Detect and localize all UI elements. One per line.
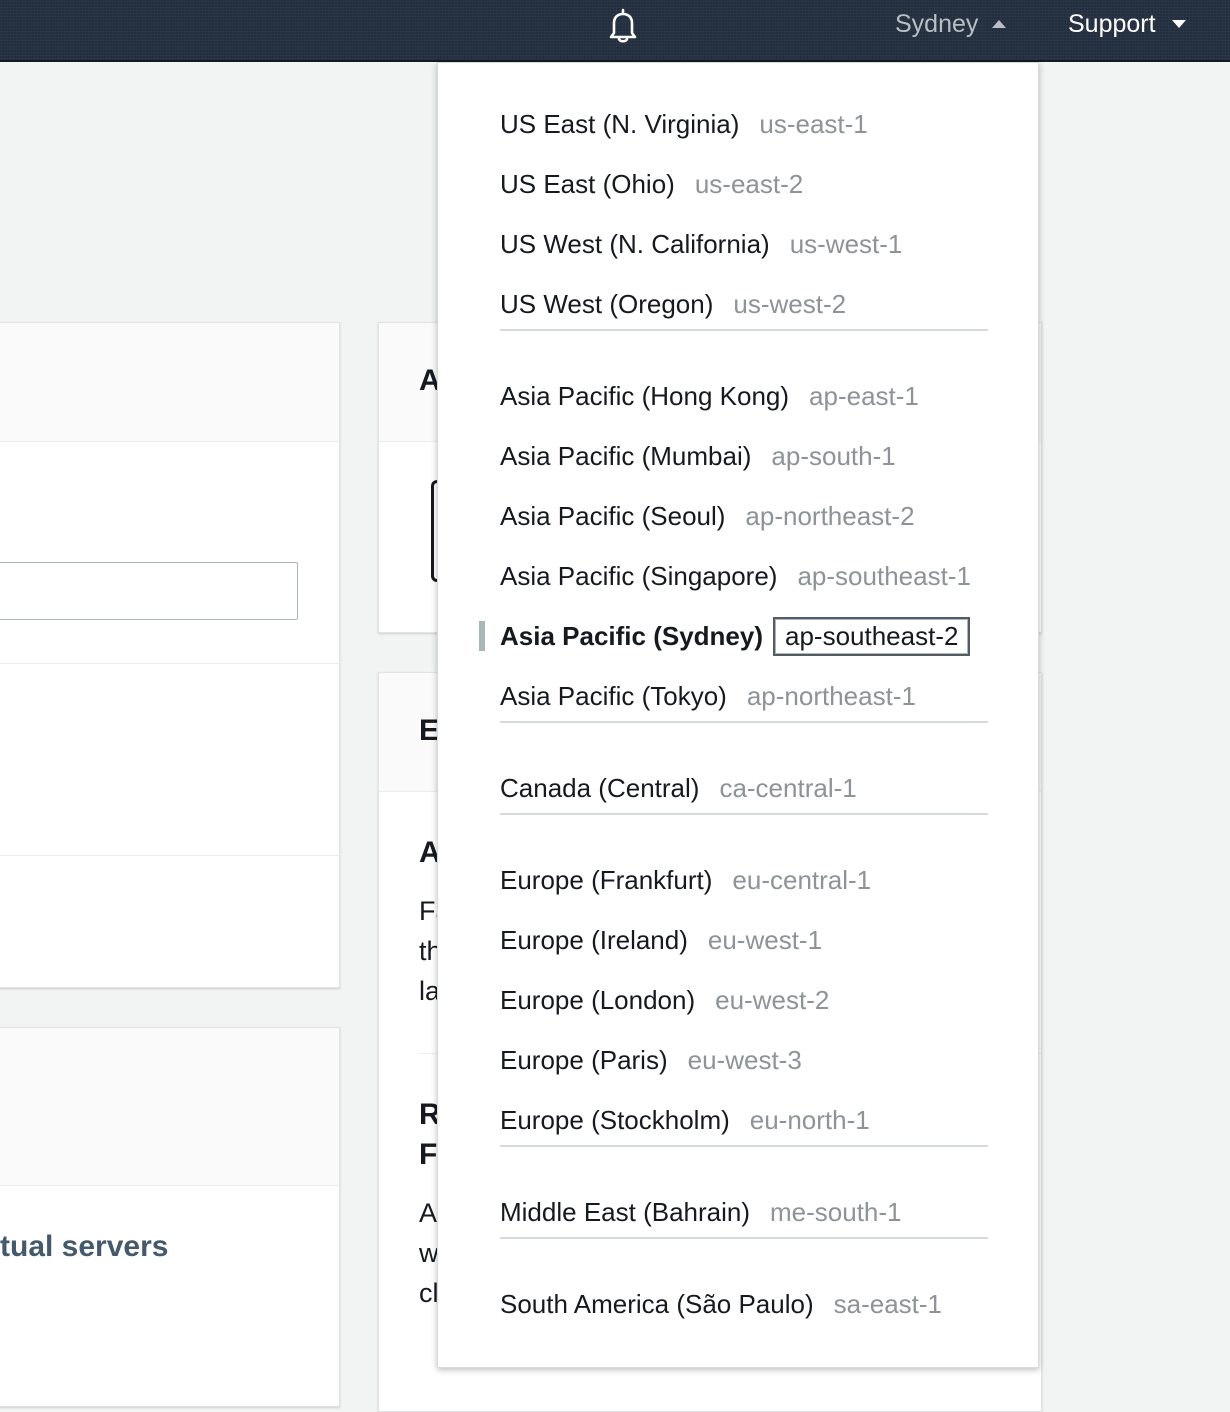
region-option[interactable]: Canada (Central) ca-central-1 — [500, 768, 857, 808]
region-code: me-south-1 — [770, 1196, 902, 1227]
region-name: Europe (London) — [500, 984, 696, 1015]
region-name: US West (N. California) — [500, 228, 770, 259]
region-code: us-east-2 — [694, 168, 804, 199]
caret-up-icon — [992, 20, 1007, 28]
background-card-left-2 — [0, 1027, 340, 1407]
region-code: us-west-2 — [733, 288, 847, 319]
divider — [0, 855, 339, 856]
region-option[interactable]: Asia Pacific (Hong Kong) ap-east-1 — [500, 376, 919, 416]
region-name: Europe (Paris) — [500, 1044, 668, 1075]
region-code: eu-west-2 — [715, 984, 830, 1015]
region-option-selected[interactable]: Asia Pacific (Sydney) ap-southeast-2 — [500, 616, 971, 656]
region-name: Europe (Frankfurt) — [500, 864, 713, 895]
background-link[interactable]: tual servers — [0, 1230, 168, 1264]
region-name: Asia Pacific (Seoul) — [500, 500, 726, 531]
region-code: eu-central-1 — [732, 864, 872, 895]
region-name: Asia Pacific (Mumbai) — [500, 440, 752, 471]
region-option[interactable]: US West (Oregon) us-west-2 — [500, 284, 846, 324]
heading-fragment: F — [419, 1138, 438, 1171]
support-menu-button[interactable]: Support — [1068, 8, 1186, 40]
menu-separator — [500, 1237, 988, 1239]
divider — [0, 663, 339, 664]
region-name: Asia Pacific (Hong Kong) — [500, 380, 790, 411]
region-selector-button[interactable]: Sydney — [895, 8, 1007, 40]
region-code: ap-northeast-2 — [745, 500, 915, 531]
region-option[interactable]: US East (Ohio) us-east-2 — [500, 164, 803, 204]
region-code: sa-east-1 — [833, 1288, 943, 1319]
region-code: ap-east-1 — [809, 380, 919, 411]
region-option[interactable]: South America (São Paulo) sa-east-1 — [500, 1284, 942, 1324]
region-code: us-east-1 — [759, 108, 868, 139]
bell-icon[interactable] — [604, 6, 642, 44]
region-option[interactable]: Europe (London) eu-west-2 — [500, 980, 829, 1020]
background-card-left-1 — [0, 322, 340, 988]
caret-down-icon — [1171, 20, 1186, 28]
region-name: Canada (Central) — [500, 772, 700, 803]
region-option[interactable]: US East (N. Virginia) us-east-1 — [500, 104, 868, 144]
top-navigation-bar: Sydney Support — [0, 0, 1230, 62]
region-code: ap-southeast-2 — [773, 616, 971, 656]
region-option[interactable]: Europe (Frankfurt) eu-central-1 — [500, 860, 871, 900]
card-header — [0, 323, 339, 442]
text-fragment: w — [419, 1238, 439, 1268]
card-title-fragment: E — [419, 714, 440, 747]
region-name: US East (N. Virginia) — [500, 108, 740, 139]
region-name: Europe (Ireland) — [500, 924, 688, 955]
region-name: Europe (Stockholm) — [500, 1104, 730, 1135]
region-code: ca-central-1 — [719, 772, 857, 803]
menu-separator — [500, 721, 988, 723]
menu-separator — [500, 1145, 988, 1147]
selected-indicator — [479, 621, 485, 651]
region-code: ap-northeast-1 — [746, 680, 916, 711]
background-search-input[interactable] — [0, 562, 298, 620]
region-name: Middle East (Bahrain) — [500, 1196, 750, 1227]
support-menu-label: Support — [1068, 9, 1156, 38]
region-name: Asia Pacific (Tokyo) — [500, 680, 727, 711]
region-name: Asia Pacific (Sydney) — [500, 620, 763, 651]
region-code: eu-west-1 — [707, 924, 823, 955]
region-selector-label: Sydney — [895, 9, 979, 38]
region-code: eu-north-1 — [749, 1104, 870, 1135]
region-name: South America (São Paulo) — [500, 1288, 814, 1319]
region-option[interactable]: Europe (Ireland) eu-west-1 — [500, 920, 822, 960]
region-code: ap-southeast-1 — [797, 560, 971, 591]
card-header — [0, 1028, 339, 1186]
menu-separator — [500, 813, 988, 815]
region-code: us-west-1 — [789, 228, 903, 259]
region-code: ap-south-1 — [771, 440, 896, 471]
region-option[interactable]: US West (N. California) us-west-1 — [500, 224, 902, 264]
region-option[interactable]: Europe (Paris) eu-west-3 — [500, 1040, 802, 1080]
text-fragment: cl — [419, 1278, 439, 1308]
region-option[interactable]: Middle East (Bahrain) me-south-1 — [500, 1192, 902, 1232]
region-option[interactable]: Asia Pacific (Mumbai) ap-south-1 — [500, 436, 896, 476]
region-option[interactable]: Europe (Stockholm) eu-north-1 — [500, 1100, 870, 1140]
region-name: Asia Pacific (Singapore) — [500, 560, 778, 591]
region-option[interactable]: Asia Pacific (Tokyo) ap-northeast-1 — [500, 676, 916, 716]
text-fragment: A — [419, 1198, 438, 1228]
region-dropdown-menu: US East (N. Virginia) us-east-1 US East (O… — [437, 62, 1039, 1368]
region-code: eu-west-3 — [687, 1044, 802, 1075]
region-name: US West (Oregon) — [500, 288, 714, 319]
menu-separator — [500, 329, 988, 331]
region-option[interactable]: Asia Pacific (Singapore) ap-southeast-1 — [500, 556, 971, 596]
region-option[interactable]: Asia Pacific (Seoul) ap-northeast-2 — [500, 496, 915, 536]
region-name: US East (Ohio) — [500, 168, 675, 199]
